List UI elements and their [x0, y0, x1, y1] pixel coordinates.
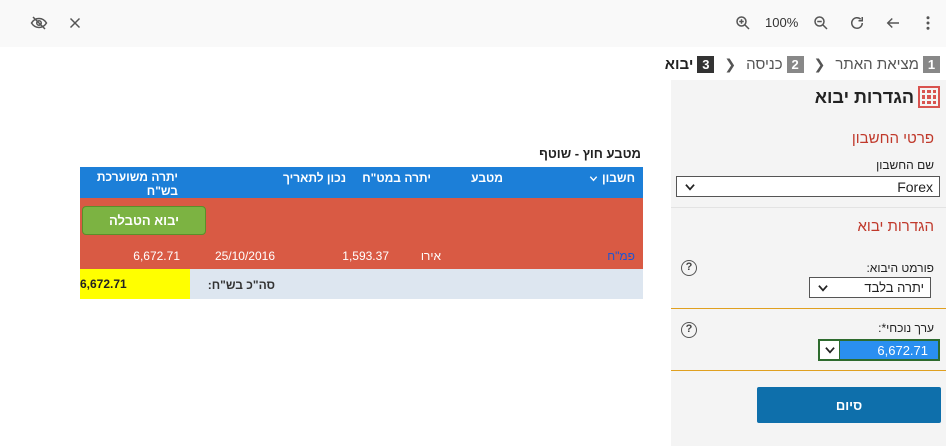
import-table-button[interactable]: יבוא הטבלה — [82, 206, 206, 235]
dropdown-toggle[interactable] — [820, 341, 840, 359]
import-section-title: הגדרות יבוא — [857, 218, 935, 235]
finish-button[interactable]: סיום — [757, 387, 941, 423]
current-value-label: ערך נוכחי*: — [878, 321, 934, 335]
close-icon[interactable] — [63, 11, 87, 35]
row-balance-ils: 6,672.71 — [133, 249, 180, 263]
more-menu-icon[interactable] — [916, 11, 940, 35]
table-header: חשבון מטבע יתרה במט"ח נכון לתאריך יתרה מ… — [80, 167, 643, 198]
reload-icon[interactable] — [845, 11, 869, 35]
wizard-breadcrumb: 1 מציאת האתר ❮ 2 כניסה ❮ 3 יבוא — [665, 56, 940, 73]
format-select[interactable]: יתרה בלבד — [809, 277, 931, 298]
header-account[interactable]: חשבון — [588, 171, 635, 185]
fx-table: חשבון מטבע יתרה במט"ח נכון לתאריך יתרה מ… — [80, 167, 643, 299]
table-caption: מטבע חוץ - שוטף — [539, 146, 641, 161]
current-value-select-value: 6,672.71 — [877, 342, 928, 358]
divider — [671, 207, 946, 208]
chevron-down-icon — [589, 175, 598, 181]
hide-eye-icon[interactable] — [27, 11, 51, 35]
row-account-link[interactable]: פמ"ח — [607, 249, 635, 263]
panel-title-text: הגדרות יבוא — [814, 86, 914, 107]
import-settings-panel: הגדרות יבוא פרטי החשבון שם החשבון Forex … — [671, 80, 946, 446]
account-name-label: שם החשבון — [876, 158, 934, 172]
step-label: כניסה — [746, 56, 783, 73]
help-icon[interactable]: ? — [681, 322, 697, 338]
row-date: 25/10/2016 — [214, 249, 275, 263]
crumb-step-1: 1 מציאת האתר — [835, 56, 940, 73]
total-value: 6,672.71 — [80, 269, 190, 299]
grid-icon — [918, 86, 940, 108]
format-label: פורמט היבוא: — [866, 261, 934, 275]
back-arrow-icon[interactable] — [881, 11, 905, 35]
header-balance-fx: יתרה במט"ח — [362, 171, 431, 185]
current-value-select[interactable]: 6,672.71 — [818, 339, 940, 361]
header-account-text: חשבון — [602, 171, 635, 185]
total-row: סה"כ בש"ח: 6,672.71 — [80, 269, 643, 299]
header-balance-ils: יתרה משוערכת בש"ח — [96, 170, 178, 198]
header-currency: מטבע — [471, 171, 503, 185]
zoom-in-icon[interactable] — [731, 11, 755, 35]
row-currency: אירו — [420, 249, 441, 263]
help-icon[interactable]: ? — [681, 260, 697, 276]
format-select-value: יתרה בלבד — [864, 280, 924, 295]
crumb-step-2: 2 כניסה — [746, 56, 804, 73]
step-label: יבוא — [664, 56, 694, 73]
step-number: 1 — [923, 56, 940, 73]
step-number: 3 — [697, 56, 715, 73]
step-label: מציאת האתר — [835, 56, 919, 73]
header-date: נכון לתאריך — [282, 171, 346, 185]
browser-toolbar: 100% — [0, 0, 946, 47]
account-select-value: Forex — [897, 178, 933, 195]
total-label: סה"כ בש"ח: — [207, 278, 275, 292]
chevron-down-icon — [824, 347, 835, 354]
zoom-level: 100% — [765, 15, 799, 30]
crumb-step-3: 3 יבוא — [665, 56, 715, 73]
divider — [671, 370, 946, 371]
divider — [671, 308, 946, 309]
account-section-title: פרטי החשבון — [851, 130, 934, 147]
chevron-down-icon — [818, 284, 828, 292]
panel-title: הגדרות יבוא — [815, 86, 940, 108]
account-select[interactable]: Forex — [676, 176, 940, 197]
zoom-out-icon[interactable] — [809, 11, 833, 35]
chevron-left-icon: ❮ — [813, 56, 826, 72]
chevron-left-icon: ❮ — [724, 56, 737, 72]
table-body: יבוא הטבלה פמ"ח אירו 1,593.37 25/10/2016… — [80, 198, 643, 269]
chevron-down-icon — [685, 183, 695, 191]
row-balance-fx: 1,593.37 — [342, 249, 389, 263]
step-number: 2 — [786, 56, 804, 73]
